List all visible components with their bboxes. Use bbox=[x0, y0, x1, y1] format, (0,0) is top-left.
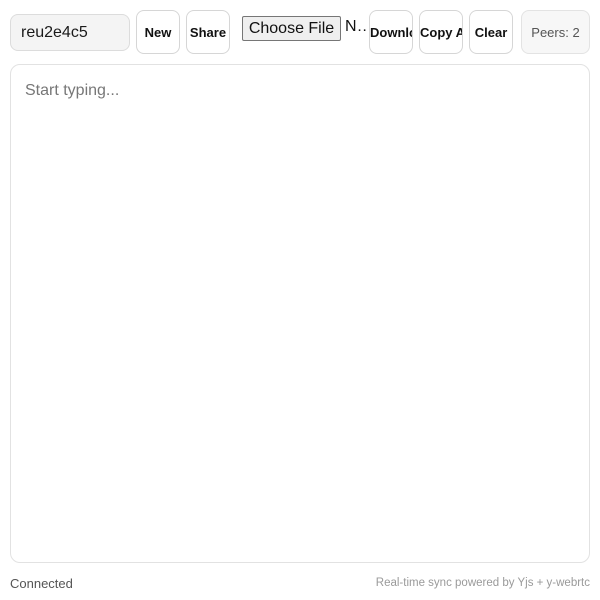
file-status-text: No file chosen bbox=[345, 18, 367, 35]
powered-by-note: Real-time sync powered by Yjs + y-webrtc bbox=[375, 577, 590, 589]
connection-status: Connected bbox=[10, 576, 73, 591]
new-button[interactable]: New bbox=[136, 10, 180, 54]
clear-button[interactable]: Clear bbox=[469, 10, 513, 54]
choose-file-button[interactable]: Choose File bbox=[242, 16, 341, 41]
editor-textarea[interactable] bbox=[10, 64, 590, 563]
share-button[interactable]: Share bbox=[186, 10, 230, 54]
peers-count: Peers: 2 bbox=[521, 10, 590, 54]
copy-all-button[interactable]: Copy All bbox=[419, 10, 463, 54]
download-button[interactable]: Download bbox=[369, 10, 413, 54]
room-id-input[interactable] bbox=[10, 14, 130, 51]
